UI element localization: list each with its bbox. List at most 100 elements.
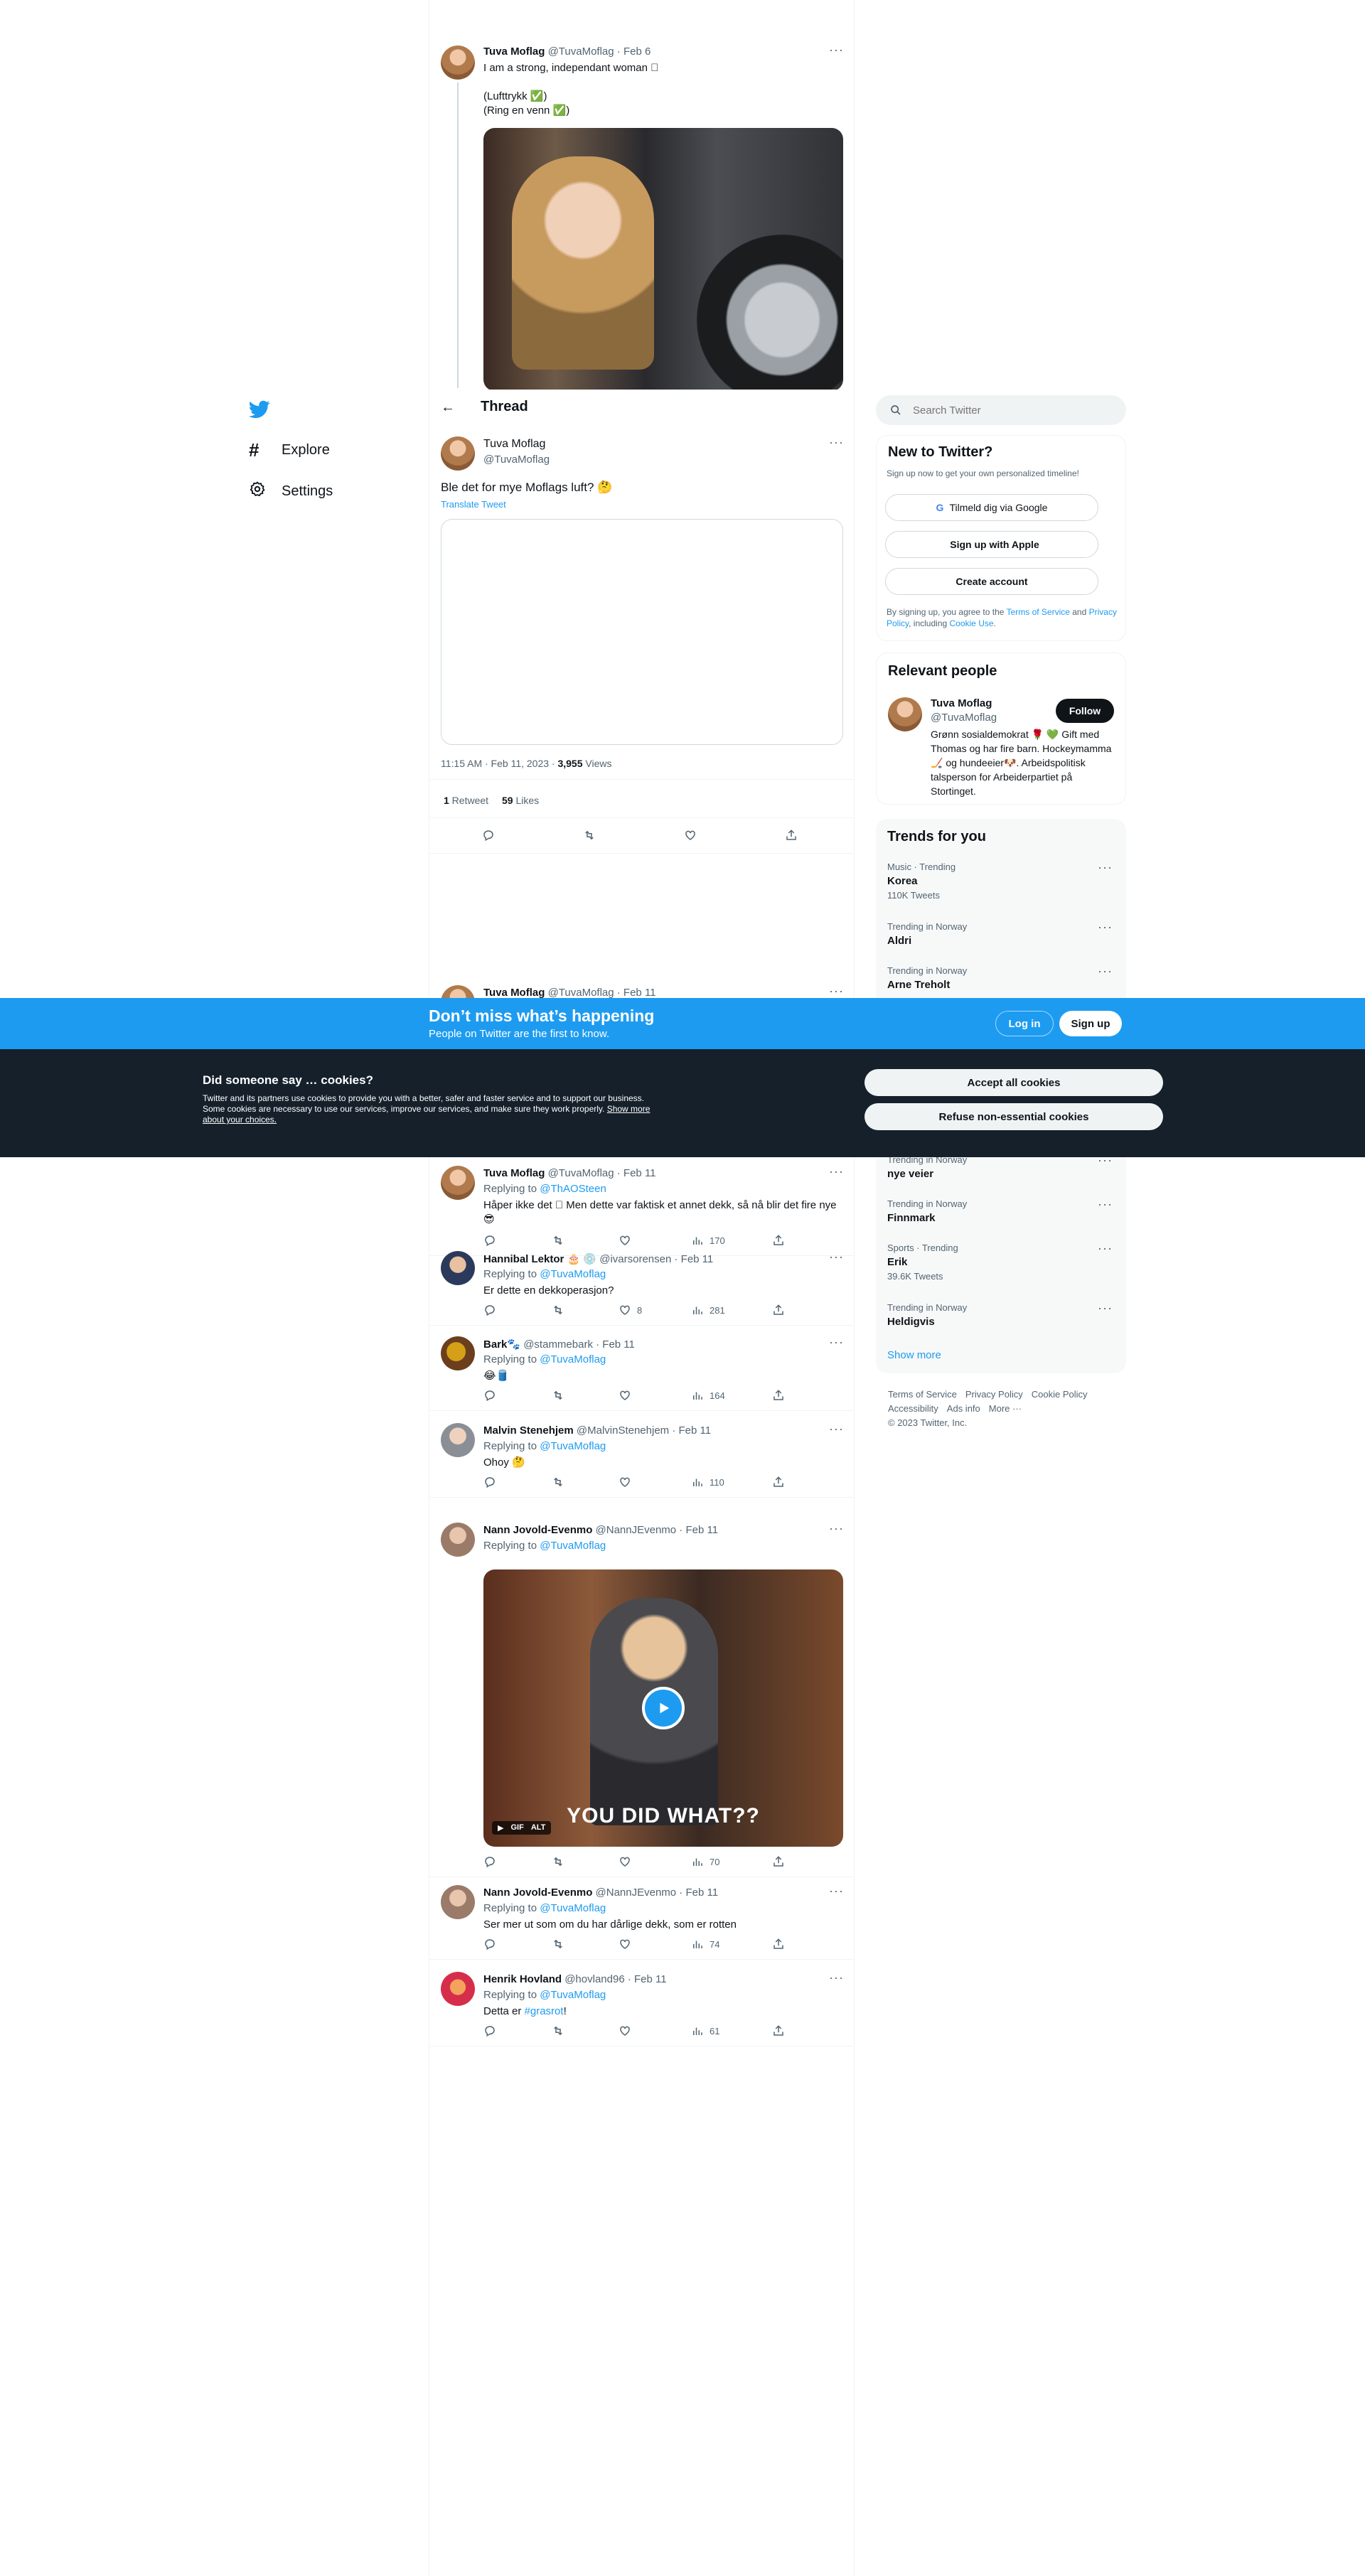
author-meta[interactable]: @ivarsorensen · Feb 11 [599,1253,713,1265]
search-input[interactable] [913,404,1098,417]
views-button[interactable]: 74 [691,1938,719,1950]
retweet-button[interactable] [552,1304,564,1316]
more-icon[interactable]: ··· [1098,920,1113,935]
more-icon[interactable]: ··· [829,435,844,450]
author-name[interactable]: Bark🐾 [483,1338,520,1351]
translate-link[interactable]: Translate Tweet [441,499,506,510]
avatar[interactable] [888,697,922,731]
retweet-button[interactable] [552,1938,564,1950]
login-button[interactable]: Log in [995,1011,1054,1036]
play-icon[interactable] [642,1687,685,1729]
heart-button[interactable] [619,1476,637,1488]
more-icon[interactable]: ··· [829,43,844,58]
retweet-button[interactable] [552,1855,564,1868]
footer-more[interactable]: More ··· [989,1403,1022,1414]
footer-cookie[interactable]: Cookie Policy [1032,1389,1088,1400]
tweet-photo[interactable] [483,128,843,391]
reply-mention[interactable]: @TuvaMoflag [540,1989,606,2001]
more-icon[interactable]: ··· [1098,860,1113,875]
reply-button[interactable] [482,829,495,842]
more-icon[interactable]: ··· [829,1521,844,1536]
views-button[interactable]: 110 [691,1476,724,1488]
reply-mention[interactable]: @TuvaMoflag [540,1268,606,1280]
show-more-link[interactable]: Show more [887,1349,941,1361]
author-name[interactable]: Tuva Moflag [483,45,545,58]
reply-button[interactable] [483,1234,496,1247]
views-button[interactable]: 70 [691,1855,719,1868]
author-name[interactable]: Malvin Stenehjem [483,1424,574,1437]
trend-item[interactable]: Trending in Norway Heldigvis [887,1302,967,1328]
hashtag-link[interactable]: #grasrot [525,2005,564,2017]
share-button[interactable] [772,1476,785,1488]
avatar[interactable] [441,1523,475,1557]
trend-item[interactable]: Trending in Norway Finnmark [887,1198,967,1224]
reply-mention[interactable]: @ThAOSteen [540,1183,606,1195]
more-icon[interactable]: ··· [829,1335,844,1350]
search-bar[interactable] [876,395,1126,425]
gif-tag[interactable]: GIF [510,1823,523,1832]
refuse-cookies-button[interactable]: Refuse non-essential cookies [864,1103,1163,1130]
author-name[interactable]: Henrik Hovland [483,1973,562,1985]
more-icon[interactable]: ··· [829,1164,844,1179]
more-icon[interactable]: ··· [829,1884,844,1899]
heart-button[interactable] [619,1938,637,1950]
trend-item[interactable]: Sports · Trending Erik 39.6K Tweets [887,1243,958,1282]
reply-button[interactable] [483,1938,496,1950]
author-name[interactable]: Tuva Moflag [483,438,545,451]
accept-cookies-button[interactable]: Accept all cookies [864,1069,1163,1096]
author-name[interactable]: Tuva Moflag [483,1167,545,1179]
share-button[interactable] [772,2024,785,2037]
tweet-time[interactable]: 11:15 AM · Feb 11, 2023 · [441,758,557,769]
person-handle[interactable]: @TuvaMoflag [931,712,997,724]
more-icon[interactable]: ··· [1098,1197,1113,1212]
trend-item[interactable]: Trending in Norway Aldri [887,921,967,947]
retweet-button[interactable] [552,1234,564,1247]
trend-item[interactable]: Music · Trending Korea 110K Tweets [887,862,956,901]
share-button[interactable] [772,1855,785,1868]
views-button[interactable]: 170 [691,1234,725,1247]
author-name[interactable]: Nann Jovold-Evenmo [483,1887,592,1899]
tos-link[interactable]: Terms of Service [1007,607,1070,617]
heart-button[interactable] [619,2024,637,2037]
follow-button[interactable]: Follow [1056,699,1114,723]
share-button[interactable] [772,1389,785,1402]
author-handle[interactable]: @TuvaMoflag [548,45,614,58]
author-meta[interactable]: @TuvaMoflag · Feb 11 [548,1167,656,1179]
heart-button[interactable] [619,1855,637,1868]
avatar[interactable] [441,436,475,471]
heart-button[interactable] [619,1389,637,1402]
back-arrow-icon[interactable]: ← [441,399,455,416]
retweets-stat[interactable]: 1 Retweet [444,795,488,806]
retweet-button[interactable] [552,1389,564,1402]
footer-tos[interactable]: Terms of Service [888,1389,957,1400]
like-button[interactable] [684,829,697,842]
author-handle[interactable]: @TuvaMoflag [483,454,550,466]
more-icon[interactable]: ··· [829,1970,844,1985]
avatar[interactable] [441,1251,475,1285]
avatar[interactable] [441,45,475,80]
nav-settings[interactable]: Settings [249,481,333,502]
retweet-button[interactable] [552,1476,564,1488]
person-name[interactable]: Tuva Moflag [931,697,992,709]
more-icon[interactable]: ··· [829,1422,844,1437]
likes-stat[interactable]: 59 Likes [502,795,539,806]
play-small-icon[interactable]: ▶ [498,1823,503,1832]
avatar[interactable] [441,1336,475,1370]
share-button[interactable] [772,1304,785,1316]
cookie-use-link[interactable]: Cookie Use [950,618,994,628]
author-name[interactable]: Nann Jovold-Evenmo [483,1524,592,1536]
avatar[interactable] [441,1166,475,1200]
reply-button[interactable] [483,2024,496,2037]
google-signup-button[interactable]: G Tilmeld dig via Google [885,494,1098,521]
more-icon[interactable]: ··· [1098,1241,1113,1256]
footer-accessibility[interactable]: Accessibility [888,1403,938,1414]
heart-button[interactable] [619,1234,637,1247]
avatar[interactable] [441,1423,475,1457]
views-button[interactable]: 281 [691,1304,725,1316]
signup-button[interactable]: Sign up [1059,1011,1122,1036]
nav-explore[interactable]: # Explore [249,439,330,461]
reply-mention[interactable]: @TuvaMoflag [540,1540,606,1552]
more-icon[interactable]: ··· [1098,964,1113,979]
avatar[interactable] [441,1972,475,2006]
gif-media[interactable]: YOU DID WHAT?? ▶ GIF ALT [483,1569,843,1847]
